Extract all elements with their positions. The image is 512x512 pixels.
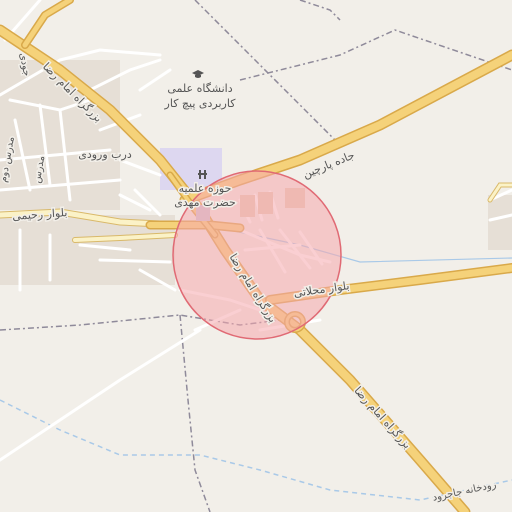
map-view[interactable]: رودخانه جاجرود بزرگراه امام رضا بزرگراه … xyxy=(0,0,512,512)
map-canvas[interactable]: رودخانه جاجرود بزرگراه امام رضا بزرگراه … xyxy=(0,0,512,512)
seminary-label-line1: حوزه علمیه xyxy=(179,182,232,195)
university-label-line2: کاربردی پیچ کار xyxy=(164,97,237,110)
seminary-label-line2: حضرت مهدی xyxy=(174,196,236,209)
darb-voroodi-label: درب ورودی xyxy=(78,148,132,161)
university-label-line1: دانشگاه علمی xyxy=(167,82,232,95)
